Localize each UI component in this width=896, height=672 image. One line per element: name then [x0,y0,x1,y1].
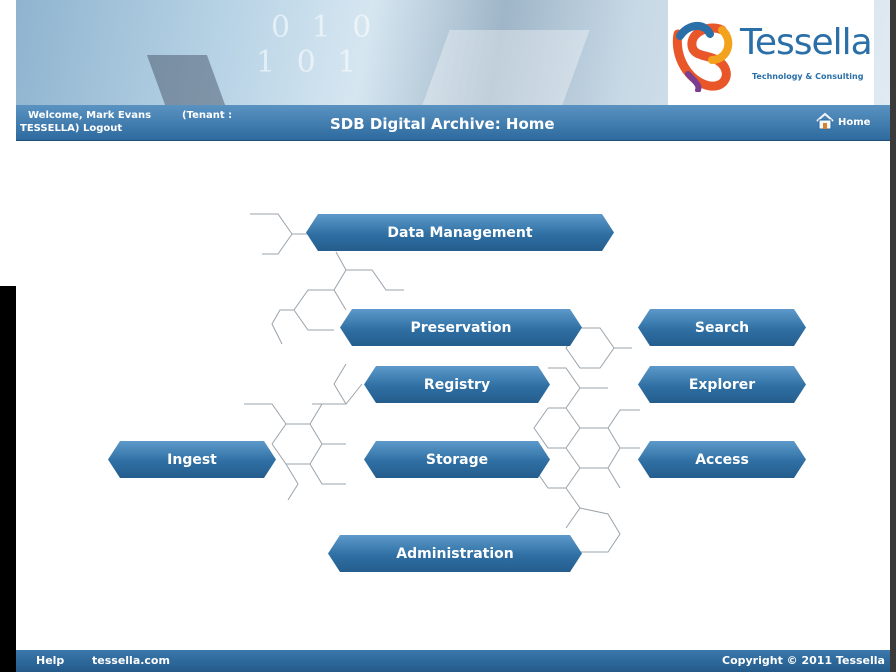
access-button[interactable]: Access [638,441,806,478]
tessella-site-link[interactable]: tessella.com [92,654,170,667]
tessella-logo-icon [672,22,733,92]
storage-button[interactable]: Storage [364,441,550,478]
welcome-text: Welcome, Mark Evans [28,110,152,121]
help-link[interactable]: Help [36,654,64,667]
home-icon[interactable] [815,112,835,130]
data-management-button[interactable]: Data Management [306,214,614,251]
banner-decoration [422,30,590,105]
logout-link[interactable]: Logout [83,123,122,134]
banner-decoration [146,55,226,105]
explorer-button[interactable]: Explorer [638,366,806,403]
banner-decoration: 0 1 0 [271,10,378,45]
logo-wordmark: Tessella [740,22,873,63]
tenant-label: (Tenant : [182,110,233,121]
logo-tagline: Technology & Consulting [752,72,864,81]
window-edge [0,286,16,672]
banner-decoration: 1 0 1 [256,45,363,80]
home-link[interactable]: Home [838,117,870,128]
preservation-button[interactable]: Preservation [340,309,582,346]
scrollbar-edge [890,0,896,672]
search-button[interactable]: Search [638,309,806,346]
registry-button[interactable]: Registry [364,366,550,403]
copyright-text: Copyright © 2011 Tessella [722,654,885,667]
ingest-button[interactable]: Ingest [108,441,276,478]
tenant-name: TESSELLA) [20,123,80,134]
administration-button[interactable]: Administration [328,535,582,572]
page-title: SDB Digital Archive: Home [330,115,555,133]
